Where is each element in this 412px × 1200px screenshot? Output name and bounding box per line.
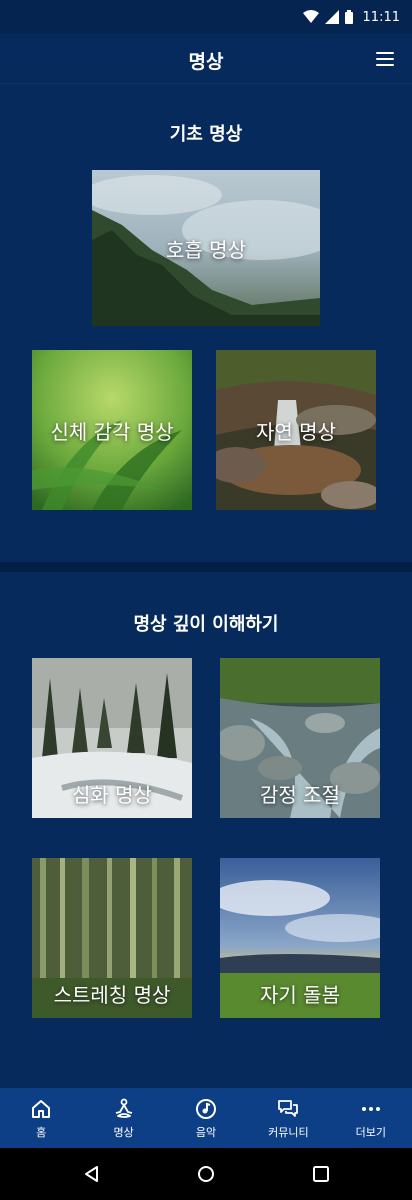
card-label: 신체 감각 명상 <box>50 419 174 444</box>
page-title: 명상 <box>188 51 224 73</box>
nav-label: 커뮤니티 <box>268 1126 309 1139</box>
home-icon <box>32 1100 51 1118</box>
more-icon <box>361 1107 380 1111</box>
chat-icon <box>278 1100 299 1117</box>
card-label: 자연 명상 <box>256 419 336 444</box>
card-label: 호흡 명상 <box>166 237 246 262</box>
meditation-icon <box>115 1098 132 1118</box>
nav-item-home[interactable]: 홈 <box>0 1088 82 1148</box>
nav-item-meditation[interactable]: 명상 <box>82 1088 164 1148</box>
battery-icon <box>344 10 353 24</box>
card-label: 심화 명상 <box>72 783 152 807</box>
status-time: 11:11 <box>362 9 400 25</box>
card-breathing-meditation[interactable]: 호흡 명상 <box>92 170 320 326</box>
status-bar: 11:11 <box>0 0 412 34</box>
nav-label: 홈 <box>36 1126 47 1139</box>
card-nature-meditation[interactable]: 자연 명상 <box>216 350 376 510</box>
card-self-care[interactable]: 자기 돌봄 <box>220 858 380 1018</box>
home-circle-icon[interactable] <box>196 1164 216 1184</box>
section-title-deep: 명상 깊이 이해하기 <box>133 614 279 635</box>
recents-icon[interactable] <box>311 1164 331 1184</box>
card-body-sensation-meditation[interactable]: 신체 감각 명상 <box>32 350 192 510</box>
status-icons: 11:11 <box>302 9 400 25</box>
card-label: 감정 조절 <box>260 783 340 807</box>
nav-item-community[interactable]: 커뮤니티 <box>247 1088 329 1148</box>
wifi-icon <box>302 10 319 23</box>
system-nav-bar <box>0 1148 412 1200</box>
nav-item-more[interactable]: 더보기 <box>330 1088 412 1148</box>
section-title-basic: 기초 명상 <box>169 124 243 145</box>
card-emotion-regulation[interactable]: 감정 조절 <box>220 658 380 818</box>
nav-label: 음악 <box>195 1126 217 1139</box>
nav-item-music[interactable]: 음악 <box>165 1088 247 1148</box>
bottom-nav: 홈 명상 음악 커뮤니티 더보기 <box>0 1088 412 1148</box>
hamburger-menu-icon[interactable] <box>376 52 394 66</box>
back-icon[interactable] <box>82 1164 102 1184</box>
card-label: 스트레칭 명상 <box>53 983 171 1007</box>
card-label: 자기 돌봄 <box>260 983 340 1007</box>
music-icon <box>196 1099 217 1119</box>
signal-icon <box>324 10 339 24</box>
section-divider <box>0 562 412 572</box>
card-advanced-meditation[interactable]: 심화 명상 <box>32 658 192 818</box>
app-bar: 명상 <box>0 34 412 84</box>
card-stretching-meditation[interactable]: 스트레칭 명상 <box>32 858 192 1018</box>
nav-label: 명상 <box>113 1126 134 1139</box>
nav-label: 더보기 <box>355 1126 387 1139</box>
